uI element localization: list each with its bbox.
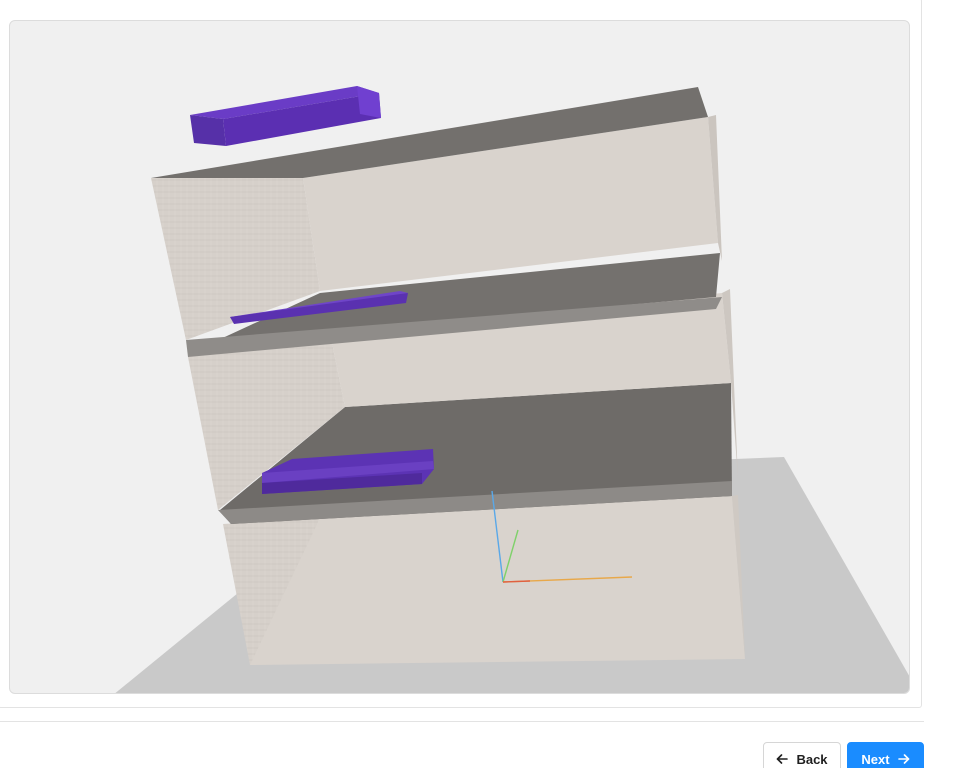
arrow-right-icon: [897, 754, 909, 764]
page: Back Next: [0, 0, 972, 768]
next-button[interactable]: Next: [847, 742, 924, 768]
back-button-label: Back: [796, 751, 828, 767]
purple-block-floating[interactable]: [190, 86, 381, 146]
next-button-label: Next: [861, 751, 890, 767]
3d-viewport[interactable]: [9, 20, 910, 694]
back-button[interactable]: Back: [763, 742, 841, 768]
bottom-section-back-wall: [250, 496, 745, 665]
footer-divider: [0, 721, 924, 722]
arrow-left-icon: [777, 754, 789, 764]
scene-canvas[interactable]: [10, 21, 910, 694]
